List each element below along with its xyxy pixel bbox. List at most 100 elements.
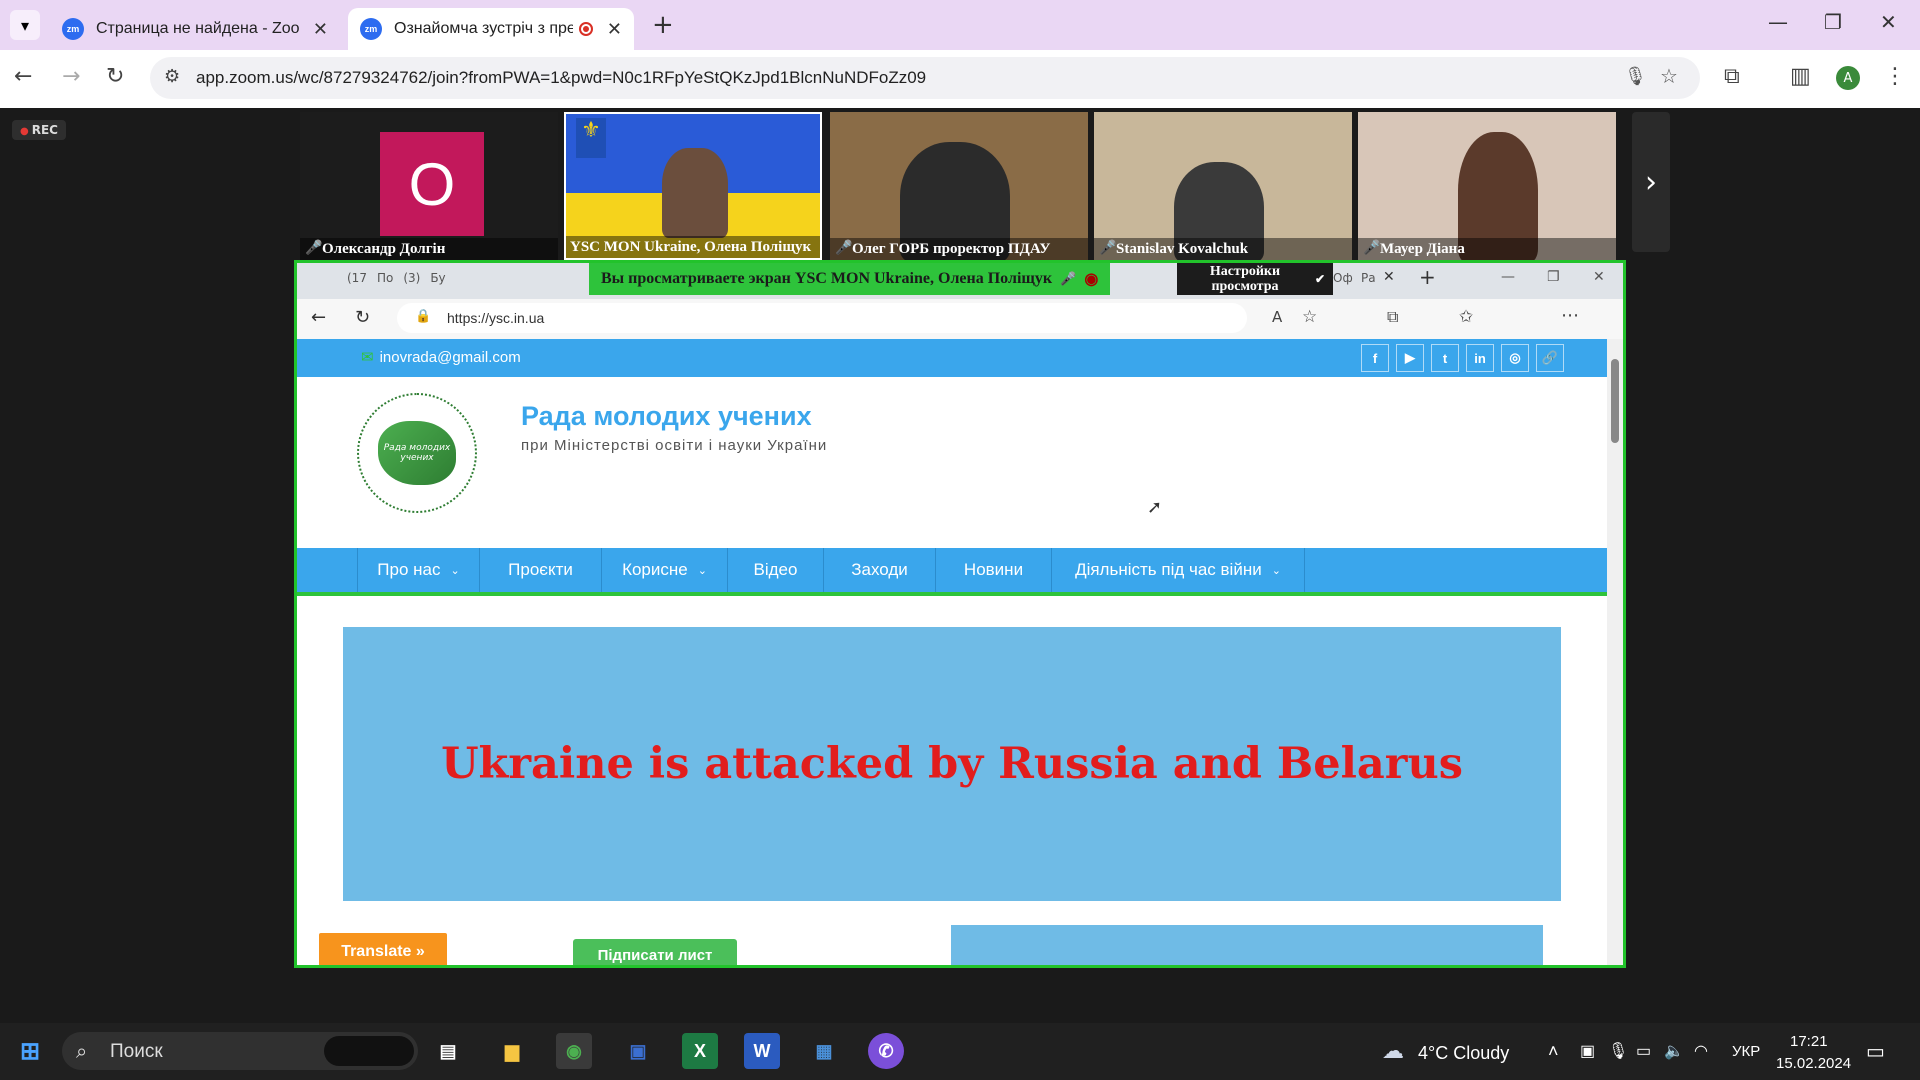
chevron-down-icon: ⌄: [1271, 564, 1281, 577]
back-icon[interactable]: ←: [14, 64, 32, 89]
copilot-icon[interactable]: [324, 1036, 414, 1066]
read-aloud-icon[interactable]: A: [1272, 308, 1282, 326]
microphone-icon[interactable]: 🎙: [1624, 66, 1647, 87]
menu-kebab-icon[interactable]: ⋮: [1884, 64, 1906, 89]
clock-time[interactable]: 17:21: [1790, 1033, 1828, 1050]
scroll-thumb[interactable]: [1611, 359, 1619, 443]
participant-name: YSC MON Ukraine, Олена Поліщук: [566, 236, 820, 258]
participant-tile[interactable]: ⚜ YSC MON Ukraine, Олена Поліщук: [564, 112, 822, 260]
save-icon[interactable]: ▣: [620, 1033, 656, 1069]
edge-tab[interactable]: По: [377, 271, 393, 285]
close-icon[interactable]: ✕: [607, 19, 622, 40]
close-window-icon[interactable]: ✕: [1880, 10, 1897, 34]
nav-useful[interactable]: Корисне ⌄: [601, 548, 727, 592]
mic-muted-icon: 🎤: [305, 240, 323, 256]
edge-tab[interactable]: Бу: [430, 271, 445, 285]
close-icon[interactable]: ✕: [313, 19, 328, 40]
browser-tab-strip: ▾ zm Страница не найдена - Zoom ✕ zm Озн…: [0, 0, 1920, 50]
chevron-down-icon: ⌄: [697, 564, 707, 577]
tab-meeting[interactable]: zm Ознайомча зустріч з пред ✕: [348, 8, 634, 50]
new-tab-button[interactable]: +: [652, 10, 674, 40]
nav-about[interactable]: Про нас ⌄: [357, 548, 479, 592]
taskbar-search[interactable]: ⌕ Поиск: [62, 1032, 418, 1070]
banner-text: Ukraine is attacked by Russia and Belaru…: [441, 739, 1463, 789]
language-indicator[interactable]: УКР: [1732, 1043, 1760, 1060]
excel-icon[interactable]: X: [682, 1033, 718, 1069]
nav-news[interactable]: Новини: [935, 548, 1051, 592]
participant-tile[interactable]: 🎤 Олег ГОРБ проректор ПДАУ: [830, 112, 1088, 260]
youtube-icon[interactable]: ▶: [1396, 344, 1424, 372]
profile-avatar[interactable]: A: [1836, 66, 1860, 90]
tab-page-not-found[interactable]: zm Страница не найдена - Zoom ✕: [50, 8, 340, 50]
favorite-star-icon[interactable]: ☆: [1302, 307, 1317, 327]
site-logo[interactable]: Рада молодих учених: [357, 393, 477, 513]
edge-tab[interactable]: Ра: [1361, 271, 1376, 285]
file-explorer-icon[interactable]: ▆: [494, 1033, 530, 1069]
restore-icon[interactable]: ❐: [1824, 10, 1842, 34]
minimize-icon[interactable]: —: [1768, 10, 1788, 34]
twitter-icon[interactable]: t: [1431, 344, 1459, 372]
windows-start-icon[interactable]: ⊞: [12, 1033, 48, 1069]
sign-letter-button[interactable]: Підписати лист: [573, 939, 737, 965]
favorites-icon[interactable]: ✩: [1459, 307, 1473, 327]
reload-icon[interactable]: ↻: [355, 307, 370, 328]
nav-label: Проєкти: [508, 560, 573, 579]
forward-icon[interactable]: →: [62, 64, 80, 89]
participant-tile[interactable]: 🎤 Stanislav Kovalchuk: [1094, 112, 1352, 260]
chrome-icon[interactable]: ◉: [556, 1033, 592, 1069]
more-icon[interactable]: ⋯: [1561, 305, 1579, 326]
volume-icon[interactable]: 🔈: [1664, 1041, 1684, 1061]
link-icon[interactable]: 🔗: [1536, 344, 1564, 372]
new-tab-icon[interactable]: +: [1419, 265, 1436, 289]
viber-icon[interactable]: ✆: [868, 1033, 904, 1069]
site-title[interactable]: Рада молодих учених: [521, 401, 812, 432]
linkedin-icon[interactable]: in: [1466, 344, 1494, 372]
chevron-up-icon[interactable]: ˄: [1548, 1041, 1559, 1062]
close-icon[interactable]: ✕: [1383, 269, 1395, 285]
task-view-icon[interactable]: ▤: [430, 1033, 466, 1069]
tab-search-chevron-icon[interactable]: ▾: [10, 10, 40, 40]
restore-icon[interactable]: ❐: [1547, 269, 1560, 285]
site-info-icon[interactable]: ⚙: [164, 66, 180, 87]
clock-date[interactable]: 15.02.2024: [1776, 1055, 1851, 1072]
translate-button[interactable]: Translate »: [319, 933, 447, 965]
address-bar[interactable]: ⚙ app.zoom.us/wc/87279324762/join?fromPW…: [150, 57, 1700, 99]
battery-icon[interactable]: ▭: [1636, 1041, 1651, 1061]
side-panel-icon[interactable]: ▥: [1790, 64, 1811, 89]
word-icon[interactable]: W: [744, 1033, 780, 1069]
instagram-icon[interactable]: ◎: [1501, 344, 1529, 372]
nav-projects[interactable]: Проєкти: [479, 548, 601, 592]
view-settings-button[interactable]: Настройки просмотра: [1177, 263, 1333, 295]
edge-address-bar[interactable]: 🔒 https://ysc.in.ua: [397, 303, 1247, 333]
nav-video[interactable]: Відео: [727, 548, 823, 592]
weather-text[interactable]: 4°C Cloudy: [1418, 1043, 1509, 1064]
calculator-icon[interactable]: ▦: [806, 1033, 842, 1069]
content-block: [951, 925, 1543, 965]
minimize-icon[interactable]: —: [1501, 269, 1515, 285]
microphone-icon[interactable]: 🎙: [1608, 1041, 1628, 1061]
facebook-icon[interactable]: f: [1361, 344, 1389, 372]
extensions-icon[interactable]: ⧉: [1724, 64, 1740, 89]
contact-email[interactable]: inovrada@gmail.com: [361, 348, 521, 366]
nav-events[interactable]: Заходи: [823, 548, 935, 592]
back-icon[interactable]: ←: [311, 307, 326, 328]
mic-muted-icon: 🎤: [1060, 271, 1077, 286]
meet-icon[interactable]: ▣: [1580, 1041, 1595, 1061]
participant-tile[interactable]: O 🎤 Олександр Долгін: [300, 112, 558, 260]
edge-tab[interactable]: (17: [347, 271, 367, 285]
close-window-icon[interactable]: ✕: [1593, 269, 1605, 285]
notifications-icon[interactable]: ▭: [1866, 1039, 1885, 1064]
mic-muted-icon: 🎤: [835, 240, 853, 256]
reload-icon[interactable]: ↻: [106, 64, 124, 89]
nav-wartime[interactable]: Діяльність під час війни ⌄: [1051, 548, 1305, 592]
edge-tab[interactable]: (3): [403, 271, 420, 285]
next-page-chevron-icon[interactable]: ›: [1632, 112, 1670, 252]
participant-name: Олег ГОРБ проректор ПДАУ: [830, 238, 1088, 260]
bookmark-star-icon[interactable]: ☆: [1660, 64, 1678, 88]
participant-tile[interactable]: 🎤 Мауер Діана: [1358, 112, 1616, 260]
wifi-icon[interactable]: ◠: [1694, 1041, 1708, 1061]
edge-tab[interactable]: Оф: [1333, 271, 1353, 285]
scrollbar[interactable]: [1607, 339, 1623, 965]
mic-muted-icon: 🎤: [1099, 240, 1117, 256]
extensions-icon[interactable]: ⧉: [1387, 307, 1398, 327]
